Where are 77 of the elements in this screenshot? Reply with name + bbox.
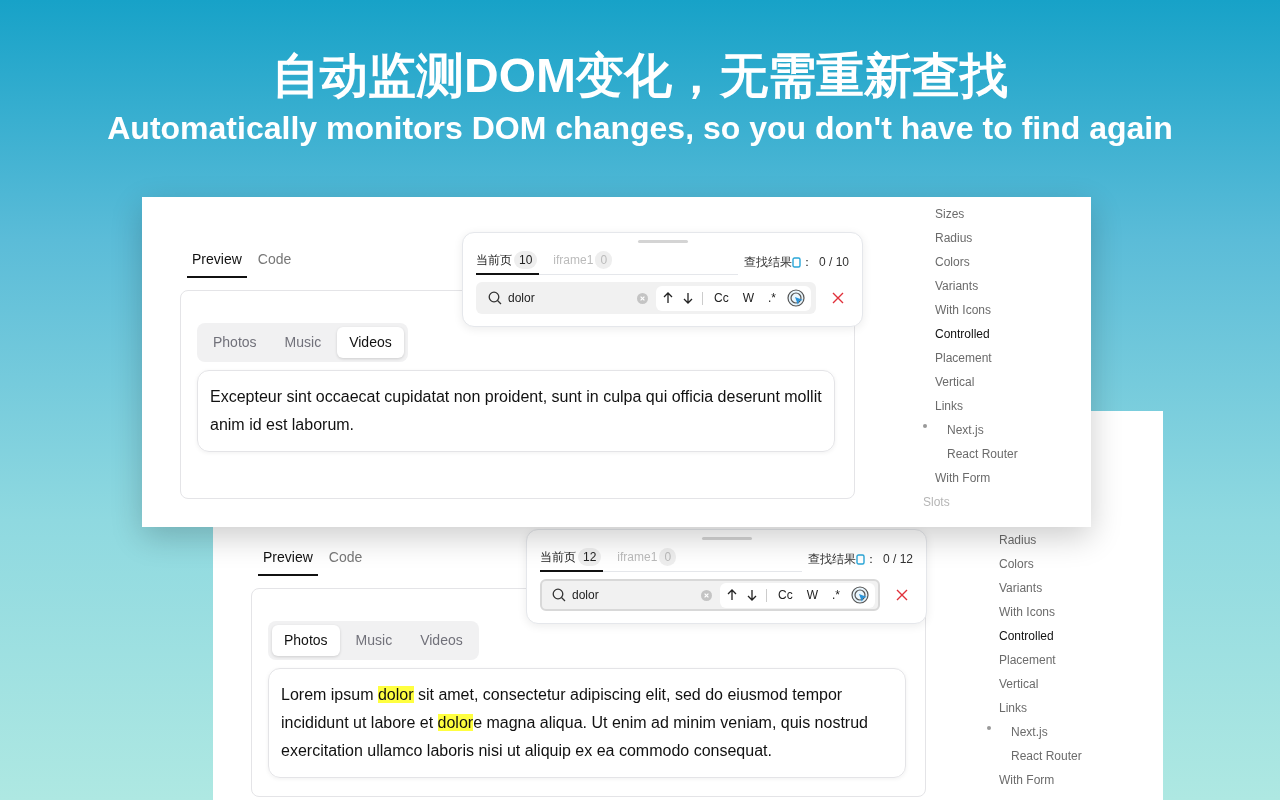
view-tab[interactable]: Code	[323, 547, 368, 576]
tab-label: iframe1	[617, 549, 658, 566]
option-toggle[interactable]: Cc	[775, 586, 796, 604]
sidebar-item[interactable]: React Router	[1011, 744, 1082, 768]
target-icon[interactable]	[787, 289, 805, 307]
sidebar-item[interactable]: With Icons	[999, 600, 1082, 624]
option-toggle[interactable]: Cc	[711, 289, 732, 307]
result-count: 0 / 12	[882, 551, 913, 568]
view-tab[interactable]: Preview	[187, 249, 247, 278]
find-tab[interactable]: 当前页 12	[540, 548, 604, 572]
sidebar-item[interactable]: Controlled	[999, 624, 1082, 648]
sidebar-item[interactable]: Placement	[999, 648, 1082, 672]
search-field[interactable]: dolor Cc W .*	[540, 579, 880, 611]
sidebar-item[interactable]: Placement	[935, 346, 1018, 370]
close-icon[interactable]	[832, 292, 844, 304]
sidebar-item[interactable]: With Form	[935, 466, 1018, 490]
tab-label: 当前页	[540, 549, 576, 566]
segment-tab[interactable]: Photos	[201, 327, 269, 358]
sidebar-item[interactable]: React Router	[947, 442, 1018, 466]
view-tab[interactable]: Code	[252, 249, 297, 278]
target-icon[interactable]	[851, 586, 869, 604]
document-icon	[855, 553, 865, 565]
view-tab[interactable]: Preview	[258, 547, 318, 576]
result-colon: ：	[800, 254, 813, 271]
count-badge: 10	[514, 251, 538, 269]
sidebar-item[interactable]: Radius	[999, 528, 1082, 552]
segment-tab[interactable]: Videos	[408, 625, 475, 656]
sidebar-item[interactable]: With Icons	[935, 298, 1018, 322]
option-toggle[interactable]: .*	[765, 289, 779, 307]
segment-tab[interactable]: Photos	[272, 625, 340, 656]
search-value: dolor	[508, 290, 536, 307]
sidebar-item[interactable]: Next.js	[1011, 720, 1048, 744]
search-field[interactable]: dolor Cc W .*	[476, 282, 816, 314]
option-toggle[interactable]: W	[739, 289, 757, 307]
sidebar-item[interactable]: Links	[935, 394, 1018, 418]
search-icon	[552, 588, 566, 602]
subheadline: Automatically monitors DOM changes, so you don't have to find again	[107, 109, 1173, 148]
find-tab[interactable]: 当前页 10	[476, 251, 540, 275]
result-label: 查找结果	[743, 254, 792, 271]
arrow-up-icon[interactable]	[726, 589, 738, 601]
option-toggle[interactable]: .*	[829, 586, 843, 604]
paragraph: Lorem ipsum dolor sit amet, consectetur adipiscing elit, sed do eiusmod tempor incididunt ut labore et dolore magna aliqua. Ut enim ad minim veniam, quis nostrud exercitation ullamco laboris nisi ut aliquip ex ea commodo consequat.	[281, 685, 869, 761]
tab-label: iframe1	[553, 252, 594, 269]
sidebar-item[interactable]: Controlled	[935, 322, 1018, 346]
segment-tab[interactable]: Music	[272, 327, 334, 358]
sidebar-item[interactable]: Links	[999, 696, 1082, 720]
sidebar-item[interactable]: Sizes	[935, 202, 1018, 226]
sidebar-item[interactable]: Vertical	[935, 370, 1018, 394]
segment-tab[interactable]: Videos	[337, 327, 404, 358]
arrow-up-icon[interactable]	[662, 292, 674, 304]
result-label: 查找结果	[807, 551, 856, 568]
search-value: dolor	[572, 587, 600, 604]
sidebar-item[interactable]: Variants	[935, 274, 1018, 298]
arrow-down-icon[interactable]	[682, 292, 694, 304]
document-icon	[791, 256, 801, 268]
headline: 自动监测DOM变化，无需重新查找	[272, 48, 1008, 104]
tab-label: 当前页	[476, 252, 512, 269]
segment-tab[interactable]: Music	[343, 625, 405, 656]
count-badge: 12	[578, 548, 602, 566]
bullet-icon	[987, 726, 991, 730]
sidebar-item[interactable]: Colors	[999, 552, 1082, 576]
search-icon	[488, 291, 502, 305]
sidebar-item[interactable]: With Form	[999, 768, 1082, 792]
drag-handle[interactable]	[637, 240, 688, 243]
bullet-icon	[923, 424, 927, 428]
sidebar-item[interactable]: Radius	[935, 226, 1018, 250]
sidebar-item[interactable]: Variants	[999, 576, 1082, 600]
result-count: 0 / 10	[818, 254, 849, 271]
sidebar-item[interactable]: Next.js	[947, 418, 984, 442]
arrow-down-icon[interactable]	[746, 589, 758, 601]
paragraph: Excepteur sint occaecat cupidatat non proident, sunt in culpa qui officia deserunt mollit anim id est laborum.	[210, 387, 822, 435]
sidebar-item[interactable]: Vertical	[999, 672, 1082, 696]
drag-handle[interactable]	[701, 537, 752, 540]
close-icon[interactable]	[896, 589, 908, 601]
result-colon: ：	[864, 551, 877, 568]
option-toggle[interactable]: W	[803, 586, 821, 604]
sidebar-item[interactable]: Colors	[935, 250, 1018, 274]
